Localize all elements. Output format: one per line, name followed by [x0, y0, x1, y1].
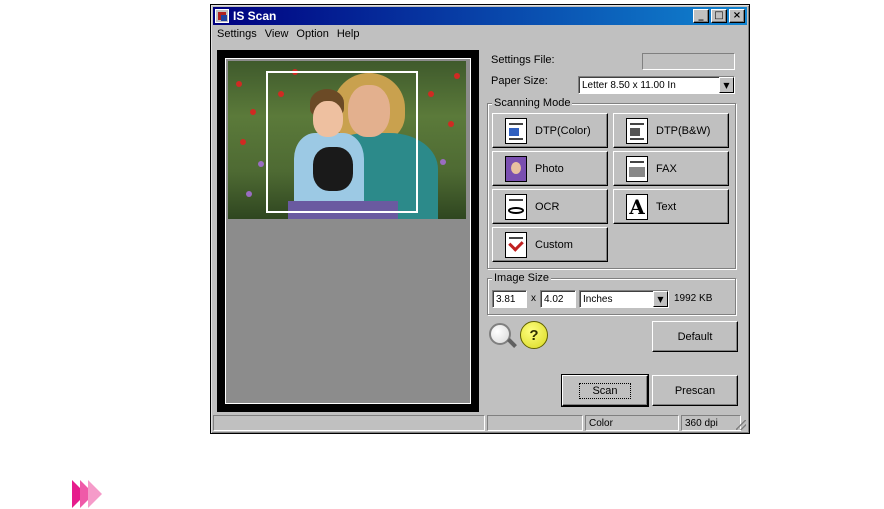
- unit-value: Inches: [583, 293, 613, 305]
- scan-button-label: Scan: [579, 382, 631, 399]
- scan-button[interactable]: Scan: [561, 374, 649, 407]
- fax-icon: [626, 155, 648, 182]
- custom-button[interactable]: Custom: [492, 227, 608, 262]
- scan-window: IS Scan _ □ × Settings View Option Help: [210, 4, 750, 434]
- text-button[interactable]: A Text: [613, 189, 729, 224]
- text-icon: A: [626, 193, 648, 220]
- dtp-color-button[interactable]: DTP(Color): [492, 113, 608, 148]
- help-icon[interactable]: ?: [520, 321, 548, 349]
- unit-select[interactable]: Inches ▼: [579, 290, 669, 308]
- settings-file-field[interactable]: [642, 53, 735, 70]
- menu-settings[interactable]: Settings: [213, 28, 261, 40]
- status-cell-progress: [487, 415, 583, 431]
- scanning-mode-title: Scanning Mode: [492, 97, 573, 109]
- menu-view[interactable]: View: [261, 28, 293, 40]
- paper-size-value: Letter 8.50 x 11.00 In: [582, 79, 676, 91]
- ocr-icon: [505, 193, 527, 220]
- menu-help[interactable]: Help: [333, 28, 364, 40]
- magnifier-handle: [507, 338, 517, 348]
- app-icon[interactable]: [215, 9, 229, 23]
- image-width-input[interactable]: 3.81: [492, 290, 527, 308]
- status-color-mode: Color: [585, 415, 679, 431]
- paper-size-label: Paper Size:: [491, 75, 548, 87]
- status-cell-main: [213, 415, 485, 431]
- preview-area[interactable]: [225, 58, 471, 404]
- title-bar[interactable]: IS Scan _ □ ×: [213, 7, 747, 25]
- dtp-color-icon: [505, 117, 527, 144]
- custom-label: Custom: [535, 238, 573, 251]
- default-button[interactable]: Default: [652, 321, 738, 352]
- custom-icon: [505, 231, 527, 258]
- dtp-bw-label: DTP(B&W): [656, 124, 711, 137]
- image-size-title: Image Size: [492, 272, 552, 284]
- maximize-button[interactable]: □: [711, 9, 727, 23]
- image-height-input[interactable]: 4.02: [540, 290, 576, 308]
- times-sign: x: [531, 293, 536, 304]
- paper-size-select[interactable]: Letter 8.50 x 11.00 In ▼: [578, 76, 735, 94]
- photo-label: Photo: [535, 162, 564, 175]
- status-resolution: 360 dpi: [681, 415, 741, 431]
- scan-selection-rect[interactable]: [266, 71, 418, 213]
- dtp-bw-button[interactable]: DTP(B&W): [613, 113, 729, 148]
- ocr-label: OCR: [535, 200, 560, 213]
- text-label: Text: [656, 200, 677, 213]
- ocr-button[interactable]: OCR: [492, 189, 608, 224]
- fax-label: FAX: [656, 162, 677, 175]
- close-button[interactable]: ×: [729, 9, 745, 23]
- page-chevrons-icon: [72, 480, 102, 508]
- chevron-down-icon[interactable]: ▼: [653, 291, 668, 307]
- menu-option[interactable]: Option: [292, 28, 332, 40]
- preview-frame: [217, 50, 479, 412]
- photo-icon: [505, 155, 527, 182]
- resize-grip-icon[interactable]: [736, 420, 746, 430]
- photo-button[interactable]: Photo: [492, 151, 608, 186]
- fax-button[interactable]: FAX: [613, 151, 729, 186]
- menu-bar: Settings View Option Help: [213, 25, 747, 43]
- image-size-group: Image Size 3.81 x 4.02 Inches ▼ 1992 KB: [487, 272, 736, 315]
- prescan-button-label: Prescan: [674, 384, 716, 397]
- dtp-bw-icon: [626, 117, 648, 144]
- prescan-button[interactable]: Prescan: [652, 375, 738, 406]
- default-button-label: Default: [677, 330, 713, 343]
- file-size-readout: 1992 KB: [674, 293, 713, 304]
- dtp-color-label: DTP(Color): [535, 124, 591, 137]
- minimize-button[interactable]: _: [693, 9, 709, 23]
- preview-photo: [228, 61, 466, 219]
- window-title: IS Scan: [233, 9, 277, 23]
- status-bar: Color 360 dpi: [213, 415, 747, 431]
- chevron-down-icon[interactable]: ▼: [719, 77, 734, 93]
- scanning-mode-group: Scanning Mode DTP(Color) DTP(B&W) Photo …: [487, 97, 736, 269]
- settings-file-label: Settings File:: [491, 54, 555, 66]
